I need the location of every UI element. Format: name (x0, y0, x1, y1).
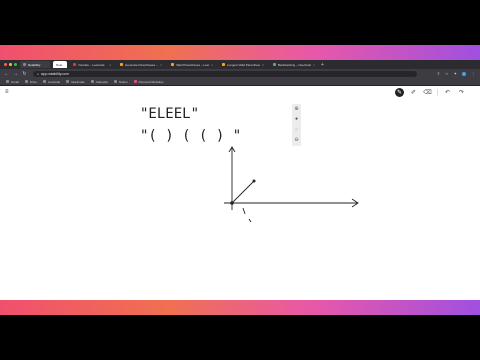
tick-mark (242, 207, 246, 215)
browser-window: Notability Note Youtube – Leetcode × Gen… (0, 60, 480, 300)
handwritten-string-eleel: "ELEEL" (140, 106, 199, 122)
handwritten-parentheses: "( ) ( ( ) " (140, 128, 241, 144)
end-point (252, 179, 256, 183)
tick-mark (248, 218, 252, 223)
origin-point (230, 201, 234, 205)
diagonal-stroke (231, 180, 255, 204)
note-canvas[interactable]: "ELEEL" "( ) ( ( ) " (0, 60, 480, 300)
hand-drawn-axes (224, 146, 359, 223)
